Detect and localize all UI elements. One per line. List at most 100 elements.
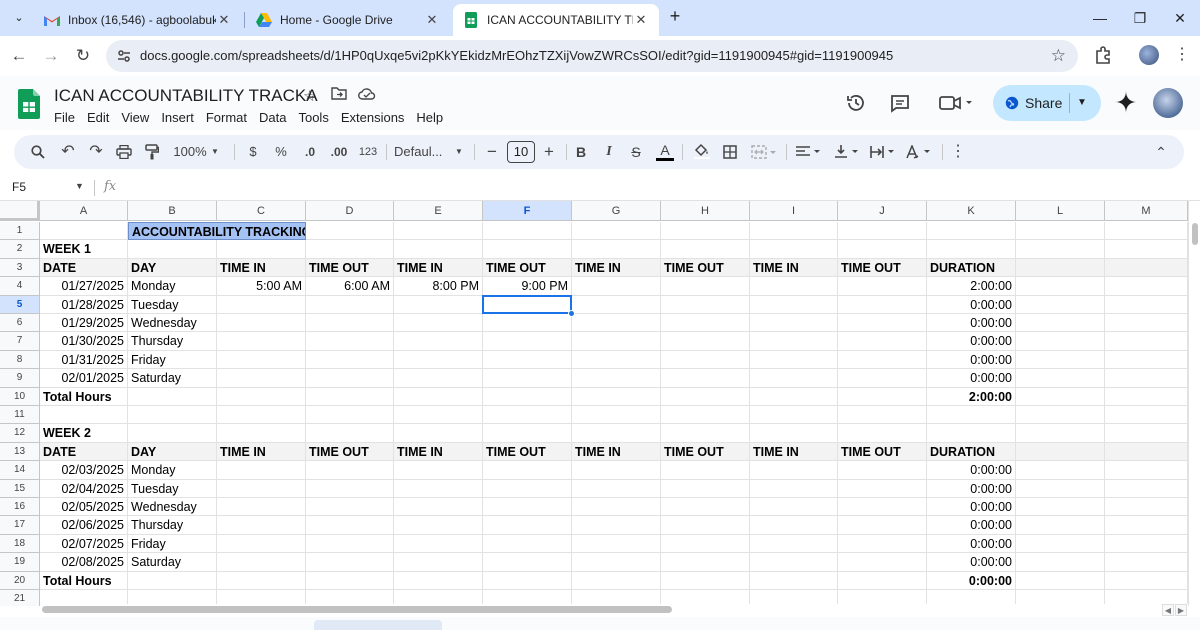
- cell-d11[interactable]: [306, 406, 394, 425]
- decrease-decimal-button[interactable]: .0: [298, 135, 322, 169]
- more-options-icon[interactable]: ⋮: [1174, 44, 1190, 64]
- cell-j20[interactable]: [838, 571, 927, 590]
- browser-tab-drive[interactable]: Home - Google Drive ✕: [246, 4, 450, 36]
- cell-e17[interactable]: [394, 516, 483, 535]
- cell-b13[interactable]: DAY: [128, 442, 217, 462]
- cell-e6[interactable]: [394, 314, 483, 333]
- cell-l17[interactable]: [1016, 516, 1105, 535]
- row-header-7[interactable]: 7: [0, 332, 40, 351]
- cell-c2[interactable]: [217, 240, 306, 259]
- cell-d2[interactable]: [306, 240, 394, 259]
- cell-d4[interactable]: 6:00 AM: [306, 277, 394, 296]
- cell-k8[interactable]: 0:00:00: [927, 350, 1016, 370]
- cell-k5[interactable]: 0:00:00: [927, 295, 1016, 314]
- cell-c17[interactable]: [217, 516, 306, 535]
- cell-d18[interactable]: [306, 534, 394, 554]
- percent-format-button[interactable]: %: [274, 135, 288, 169]
- cell-b4[interactable]: Monday: [128, 277, 217, 296]
- cell-f13[interactable]: TIME OUT: [483, 442, 572, 462]
- cell-i5[interactable]: [750, 295, 838, 314]
- cell-l13[interactable]: [1016, 442, 1105, 462]
- cell-m14[interactable]: [1105, 461, 1188, 480]
- cell-b2[interactable]: [128, 240, 217, 259]
- cell-l7[interactable]: [1016, 332, 1105, 351]
- increase-font-size-icon[interactable]: +: [541, 135, 557, 169]
- horizontal-scroll-thumb[interactable]: [42, 606, 672, 613]
- cell-e4[interactable]: 8:00 PM: [394, 277, 483, 296]
- cell-e1[interactable]: [394, 222, 483, 241]
- cell-a8[interactable]: 01/31/2025: [40, 350, 128, 370]
- cell-i9[interactable]: [750, 369, 838, 388]
- cell-b9[interactable]: Saturday: [128, 369, 217, 388]
- column-header-a[interactable]: A: [40, 201, 128, 221]
- cell-i2[interactable]: [750, 240, 838, 259]
- vertical-scroll-thumb[interactable]: [1192, 223, 1198, 245]
- cell-j5[interactable]: [838, 295, 927, 314]
- cell-c18[interactable]: [217, 534, 306, 554]
- cell-k7[interactable]: 0:00:00: [927, 332, 1016, 351]
- cell-h16[interactable]: [661, 498, 750, 517]
- cell-l9[interactable]: [1016, 369, 1105, 388]
- cell-l14[interactable]: [1016, 461, 1105, 480]
- row-header-10[interactable]: 10: [0, 387, 40, 406]
- cell-a12[interactable]: WEEK 2: [40, 424, 128, 443]
- cell-a5[interactable]: 01/28/2025: [40, 295, 128, 314]
- back-icon[interactable]: ←: [6, 43, 32, 69]
- cell-f4[interactable]: 9:00 PM: [483, 277, 572, 296]
- meet-video-icon[interactable]: [936, 90, 976, 116]
- cell-i20[interactable]: [750, 571, 838, 590]
- cell-g2[interactable]: [572, 240, 661, 259]
- row-header-9[interactable]: 9: [0, 369, 40, 388]
- cell-a16[interactable]: 02/05/2025: [40, 498, 128, 517]
- cell-k14[interactable]: 0:00:00: [927, 461, 1016, 480]
- cell-a9[interactable]: 02/01/2025: [40, 369, 128, 388]
- cell-c19[interactable]: [217, 553, 306, 572]
- close-tab-icon[interactable]: ✕: [424, 12, 440, 28]
- menu-data[interactable]: Data: [259, 109, 286, 127]
- cell-i13[interactable]: TIME IN: [750, 442, 838, 462]
- cell-f6[interactable]: [483, 314, 572, 333]
- redo-icon[interactable]: ↷: [86, 135, 106, 169]
- cell-l3[interactable]: [1016, 258, 1105, 278]
- cell-h20[interactable]: [661, 571, 750, 590]
- cell-i14[interactable]: [750, 461, 838, 480]
- font-size-input[interactable]: 10: [507, 141, 535, 163]
- cell-c7[interactable]: [217, 332, 306, 351]
- cell-j11[interactable]: [838, 406, 927, 425]
- cell-c9[interactable]: [217, 369, 306, 388]
- horizontal-align-icon[interactable]: [794, 135, 824, 169]
- cell-d16[interactable]: [306, 498, 394, 517]
- cell-j14[interactable]: [838, 461, 927, 480]
- cell-e7[interactable]: [394, 332, 483, 351]
- cell-j12[interactable]: [838, 424, 927, 443]
- sheets-logo-icon[interactable]: [18, 89, 40, 119]
- cell-b6[interactable]: Wednesday: [128, 314, 217, 333]
- font-dropdown-icon[interactable]: ▼: [454, 135, 464, 169]
- cell-g10[interactable]: [572, 387, 661, 406]
- cell-b14[interactable]: Monday: [128, 461, 217, 480]
- cell-c8[interactable]: [217, 350, 306, 370]
- cell-a3[interactable]: DATE: [40, 258, 128, 278]
- row-header-12[interactable]: 12: [0, 424, 40, 443]
- cell-k15[interactable]: 0:00:00: [927, 479, 1016, 498]
- print-icon[interactable]: [114, 135, 134, 169]
- cell-e16[interactable]: [394, 498, 483, 517]
- cell-d9[interactable]: [306, 369, 394, 388]
- cell-b16[interactable]: Wednesday: [128, 498, 217, 517]
- cell-i18[interactable]: [750, 534, 838, 554]
- decrease-font-size-icon[interactable]: −: [484, 135, 500, 169]
- cell-c15[interactable]: [217, 479, 306, 498]
- cell-f2[interactable]: [483, 240, 572, 259]
- vertical-scrollbar[interactable]: [1188, 201, 1200, 606]
- cell-a18[interactable]: 02/07/2025: [40, 534, 128, 554]
- cell-b1[interactable]: ACCOUNTABILITY TRACKING SHEET: [128, 222, 306, 241]
- close-tab-icon[interactable]: ✕: [633, 12, 649, 28]
- cell-l20[interactable]: [1016, 571, 1105, 590]
- cell-j19[interactable]: [838, 553, 927, 572]
- row-header-1[interactable]: 1: [0, 222, 40, 241]
- forward-icon[interactable]: →: [38, 43, 64, 69]
- scroll-right-icon[interactable]: ▶: [1175, 604, 1187, 616]
- cell-d13[interactable]: TIME OUT: [306, 442, 394, 462]
- horizontal-scrollbar[interactable]: [40, 604, 1188, 616]
- cell-g12[interactable]: [572, 424, 661, 443]
